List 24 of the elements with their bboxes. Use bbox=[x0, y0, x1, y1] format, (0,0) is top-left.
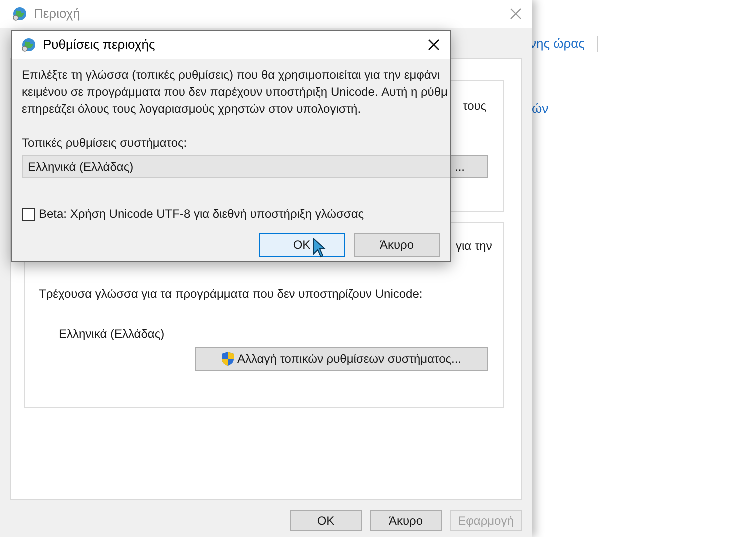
mouse-cursor-icon bbox=[313, 238, 326, 258]
group-text: για την bbox=[456, 238, 492, 255]
change-locale-button[interactable]: Αλλαγή τοπικών ρυθμίσεων συστήματος... bbox=[195, 347, 488, 371]
description-text: επηρεάζει όλους τους λογαριασμούς χρηστών στον υπολογιστή. bbox=[22, 101, 362, 118]
window-title: Περιοχή bbox=[34, 5, 80, 24]
locale-label: Τοπικές ρυθμίσεις συστήματος: bbox=[22, 135, 188, 152]
dialog-title: Ρυθμίσεις περιοχής bbox=[43, 36, 156, 54]
close-icon[interactable] bbox=[428, 39, 440, 51]
group-text: τους bbox=[463, 98, 487, 115]
dialog-button[interactable]: Άκυρο bbox=[370, 510, 442, 531]
checkbox-label: Beta: Χρήση Unicode UTF-8 για διεθνή υποστήριξη γλώσσας bbox=[39, 206, 364, 223]
dialog-button[interactable]: OK bbox=[290, 510, 362, 531]
dialog-button[interactable]: Άκυρο bbox=[354, 233, 440, 257]
globe-icon bbox=[21, 37, 37, 53]
globe-icon bbox=[12, 6, 28, 22]
current-language-value: Ελληνικά (Ελλάδας) bbox=[59, 326, 165, 343]
locale-field[interactable]: Ελληνικά (Ελλάδας) bbox=[22, 155, 450, 178]
dialog-button[interactable]: OK bbox=[259, 233, 345, 257]
unicode-language-label: Τρέχουσα γλώσσα για τα προγράμματα που δεν υποστηρίζουν Unicode: bbox=[39, 286, 423, 303]
settings-link[interactable]: ών bbox=[532, 99, 549, 118]
description-text: κειμένου σε προγράμματα που δεν παρέχουν υποστήριξη Unicode. Αυτή η ρύθμ bbox=[22, 84, 449, 101]
checkbox[interactable] bbox=[22, 208, 35, 220]
shield-icon bbox=[221, 351, 236, 367]
description-text: Επιλέξτε τη γλώσσα (τοπικές ρυθμίσεις) που θα χρησιμοποιείται για την εμφάνι bbox=[22, 67, 441, 84]
